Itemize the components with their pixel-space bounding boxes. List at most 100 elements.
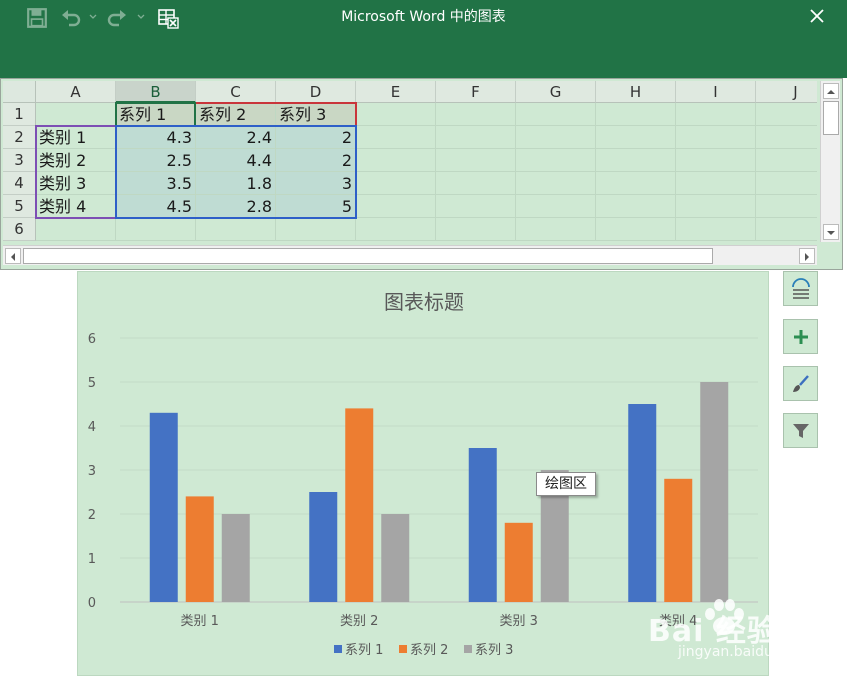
column-header-f[interactable]: F (436, 81, 516, 103)
sheet-cell[interactable] (516, 172, 596, 195)
value-cell[interactable]: 2 (276, 149, 356, 172)
bar-series-3-category-1[interactable] (221, 514, 250, 602)
value-cell[interactable]: 2.8 (196, 195, 276, 218)
sheet-cell[interactable] (596, 195, 676, 218)
series-name-cell[interactable]: 系列 1 (116, 103, 196, 126)
sheet-cell[interactable] (356, 103, 436, 126)
sheet-cell[interactable] (596, 218, 676, 241)
sheet-cell[interactable] (516, 218, 596, 241)
horizontal-scrollbar[interactable] (3, 245, 817, 265)
bar-series-1-category-1[interactable] (149, 412, 178, 602)
sheet-cell[interactable] (756, 126, 817, 149)
horizontal-scroll-thumb[interactable] (23, 248, 713, 264)
sheet-cell[interactable] (596, 126, 676, 149)
sheet-cell[interactable] (356, 126, 436, 149)
bar-chart[interactable]: 图表标题 0 1 2 3 4 5 6 类别 1 类别 2 类别 3 类别 4 系列 1 系列 2 系列 3 (78, 272, 770, 677)
bar-series-3-category-2[interactable] (381, 514, 410, 602)
vertical-scrollbar[interactable] (820, 81, 840, 242)
bar-series-2-category-2[interactable] (345, 408, 374, 602)
sheet-cell[interactable] (436, 126, 516, 149)
sheet-cell[interactable] (436, 172, 516, 195)
legend-label-series-1[interactable]: 系列 1 (345, 643, 383, 658)
sheet-cell[interactable] (36, 103, 116, 126)
vertical-scroll-thumb[interactable] (823, 101, 839, 135)
column-header-c[interactable]: C (196, 81, 276, 103)
sheet-cell[interactable] (676, 195, 756, 218)
sheet-cell[interactable] (116, 218, 196, 241)
sheet-cell[interactable] (436, 218, 516, 241)
sheet-cell[interactable] (356, 172, 436, 195)
select-all-corner[interactable] (3, 81, 36, 103)
value-cell[interactable]: 5 (276, 195, 356, 218)
sheet-cell[interactable] (516, 126, 596, 149)
value-cell[interactable]: 3 (276, 172, 356, 195)
column-header-g[interactable]: G (516, 81, 596, 103)
sheet-cell[interactable] (356, 149, 436, 172)
scroll-left-button[interactable] (5, 248, 21, 264)
sheet-cell[interactable] (276, 218, 356, 241)
row-header-6[interactable]: 6 (3, 218, 36, 241)
sheet-cell[interactable] (676, 149, 756, 172)
chart-title[interactable]: 图表标题 (384, 290, 464, 314)
scroll-up-button[interactable] (823, 83, 839, 99)
value-cell[interactable]: 1.8 (196, 172, 276, 195)
value-cell[interactable]: 4.5 (116, 195, 196, 218)
sheet-cell[interactable] (756, 149, 817, 172)
row-header-4[interactable]: 4 (3, 172, 36, 195)
column-header-b[interactable]: B (116, 81, 196, 103)
bar-series-1-category-2[interactable] (309, 492, 338, 602)
series-name-cell[interactable]: 系列 3 (276, 103, 356, 126)
column-header-j[interactable]: J (756, 81, 817, 103)
sheet-cell[interactable] (676, 126, 756, 149)
bar-series-3-category-4[interactable] (700, 382, 729, 602)
value-cell[interactable]: 2.4 (196, 126, 276, 149)
sheet-cell[interactable] (756, 195, 817, 218)
column-header-e[interactable]: E (356, 81, 436, 103)
scroll-right-button[interactable] (799, 248, 815, 264)
sheet-cell[interactable] (596, 149, 676, 172)
category-cell[interactable]: 类别 3 (36, 172, 116, 195)
chart-filters-button[interactable] (783, 413, 818, 448)
sheet-cell[interactable] (516, 195, 596, 218)
sheet-cell[interactable] (516, 149, 596, 172)
value-cell[interactable]: 4.3 (116, 126, 196, 149)
row-header-3[interactable]: 3 (3, 149, 36, 172)
sheet-cell[interactable] (436, 149, 516, 172)
chart-styles-button[interactable] (783, 366, 818, 401)
bar-series-1-category-4[interactable] (628, 404, 657, 602)
category-cell[interactable]: 类别 2 (36, 149, 116, 172)
value-cell[interactable]: 2.5 (116, 149, 196, 172)
row-header-5[interactable]: 5 (3, 195, 36, 218)
chart-elements-button[interactable] (783, 319, 818, 354)
sheet-cell[interactable] (196, 218, 276, 241)
column-header-a[interactable]: A (36, 81, 116, 103)
column-header-h[interactable]: H (596, 81, 676, 103)
layout-options-button[interactable] (783, 271, 818, 306)
sheet-cell[interactable] (356, 195, 436, 218)
row-header-2[interactable]: 2 (3, 126, 36, 149)
sheet-cell[interactable] (756, 103, 817, 126)
legend-label-series-2[interactable]: 系列 2 (410, 643, 448, 658)
bar-series-2-category-4[interactable] (664, 478, 693, 602)
bar-series-2-category-1[interactable] (185, 496, 214, 602)
value-cell[interactable]: 4.4 (196, 149, 276, 172)
sheet-cell[interactable] (676, 172, 756, 195)
value-cell[interactable]: 3.5 (116, 172, 196, 195)
bar-series-1-category-3[interactable] (468, 448, 497, 602)
row-header-1[interactable]: 1 (3, 103, 36, 126)
close-icon[interactable] (805, 4, 829, 28)
sheet-cell[interactable] (756, 172, 817, 195)
bar-series-2-category-3[interactable] (504, 522, 533, 602)
sheet-cell[interactable] (436, 195, 516, 218)
value-cell[interactable]: 2 (276, 126, 356, 149)
column-header-d[interactable]: D (276, 81, 356, 103)
sheet-cell[interactable] (596, 172, 676, 195)
chart-area[interactable]: 图表标题 0 1 2 3 4 5 6 类别 1 类别 2 类别 3 类别 4 系列 1 系列 2 系列 3 (77, 271, 769, 676)
sheet-cell[interactable] (596, 103, 676, 126)
column-header-i[interactable]: I (676, 81, 756, 103)
legend-label-series-3[interactable]: 系列 3 (475, 643, 513, 658)
sheet-cell[interactable] (676, 218, 756, 241)
category-cell[interactable]: 类别 4 (36, 195, 116, 218)
category-cell[interactable]: 类别 1 (36, 126, 116, 149)
sheet-cell[interactable] (516, 103, 596, 126)
